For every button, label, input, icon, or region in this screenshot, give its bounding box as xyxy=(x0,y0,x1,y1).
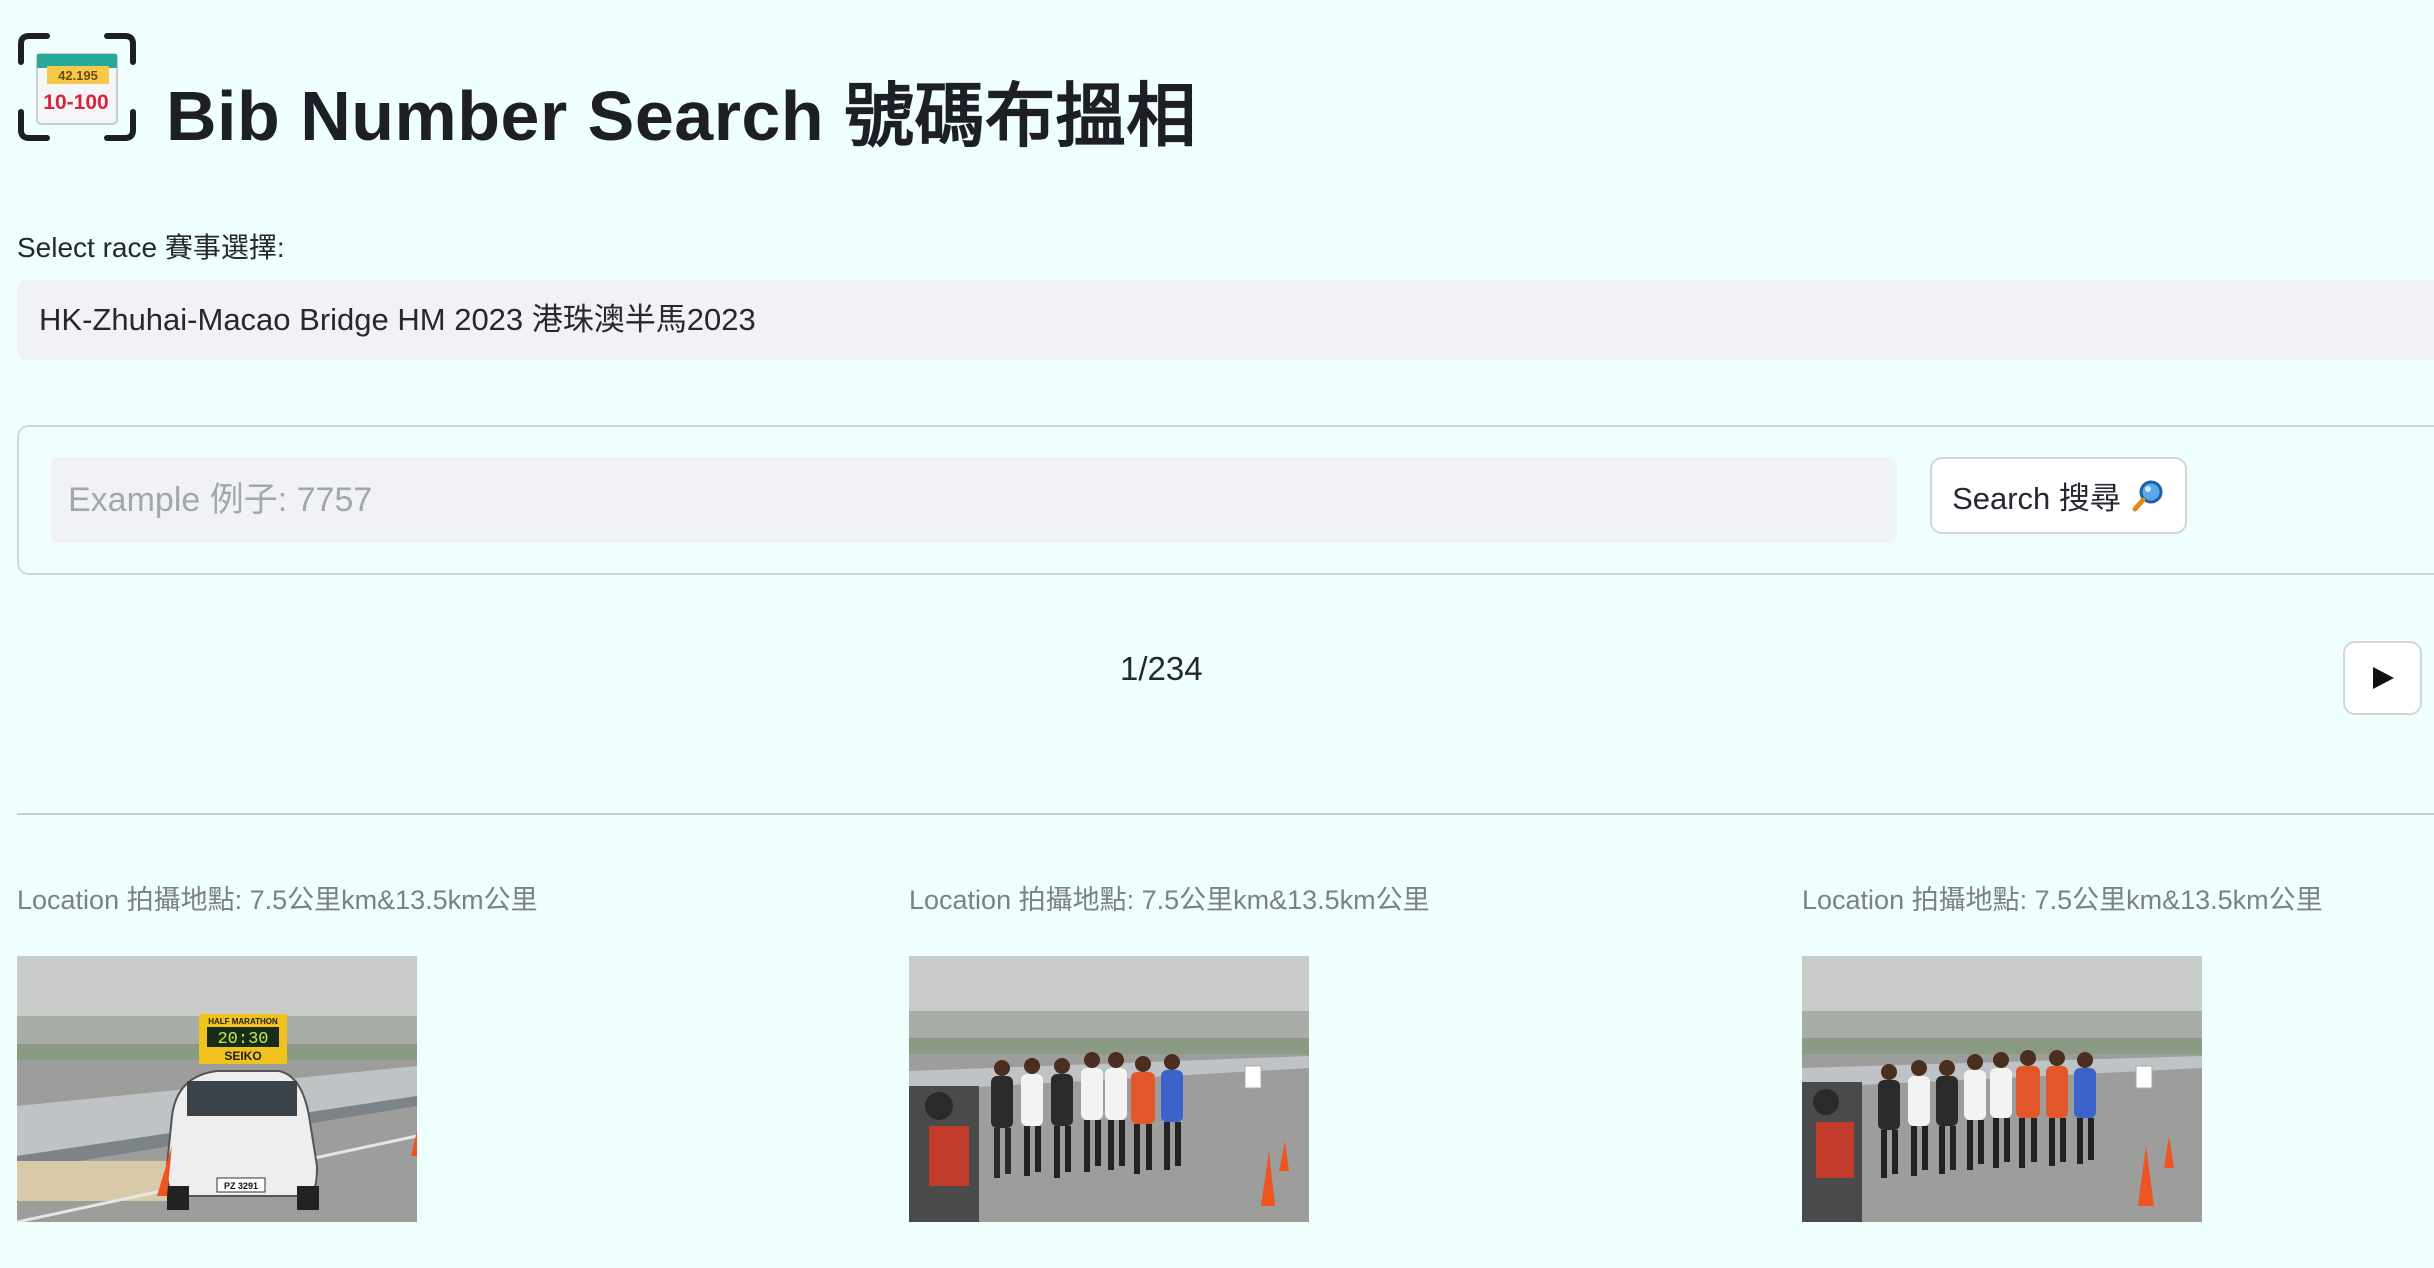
race-photo[interactable] xyxy=(909,956,1309,1222)
page-title: Bib Number Search 號碼布搵相 xyxy=(166,77,1197,155)
app-logo: 42.195 10-100 xyxy=(18,33,136,141)
license-plate-text: PZ 3291 xyxy=(224,1181,258,1191)
next-page-button[interactable] xyxy=(2343,641,2422,715)
search-button[interactable]: Search 搜尋 xyxy=(1930,457,2187,534)
page-counter: 1/234 xyxy=(1120,650,1203,687)
photo-location-caption: Location 拍攝地點: 7.5公里km&13.5km公里 xyxy=(909,885,1430,915)
photo-location-caption: Location 拍攝地點: 7.5公里km&13.5km公里 xyxy=(1802,885,2323,915)
photo-location-caption: Location 拍攝地點: 7.5公里km&13.5km公里 xyxy=(17,885,538,915)
timing-sign-title: HALF MARATHON xyxy=(208,1017,278,1026)
magnifying-glass-icon xyxy=(2132,480,2163,511)
play-triangle-icon xyxy=(2372,667,2394,689)
divider xyxy=(17,813,2434,815)
bib-number-input[interactable] xyxy=(50,457,1897,543)
race-photo[interactable] xyxy=(1802,956,2202,1222)
timing-clock-display: 20:30 xyxy=(217,1030,268,1049)
logo-bottom-text: 10-100 xyxy=(43,91,108,114)
race-select[interactable]: HK-Zhuhai-Macao Bridge HM 2023 港珠澳半馬2023 xyxy=(17,280,2434,360)
search-button-label: Search 搜尋 xyxy=(1952,481,2121,516)
race-photo[interactable]: HALF MARATHON 20:30 SEIKO PZ 3291 xyxy=(17,956,417,1222)
sponsor-brand-text: SEIKO xyxy=(224,1049,261,1063)
logo-top-text: 42.195 xyxy=(58,68,98,83)
race-select-label: Select race 賽事選擇: xyxy=(17,232,285,263)
